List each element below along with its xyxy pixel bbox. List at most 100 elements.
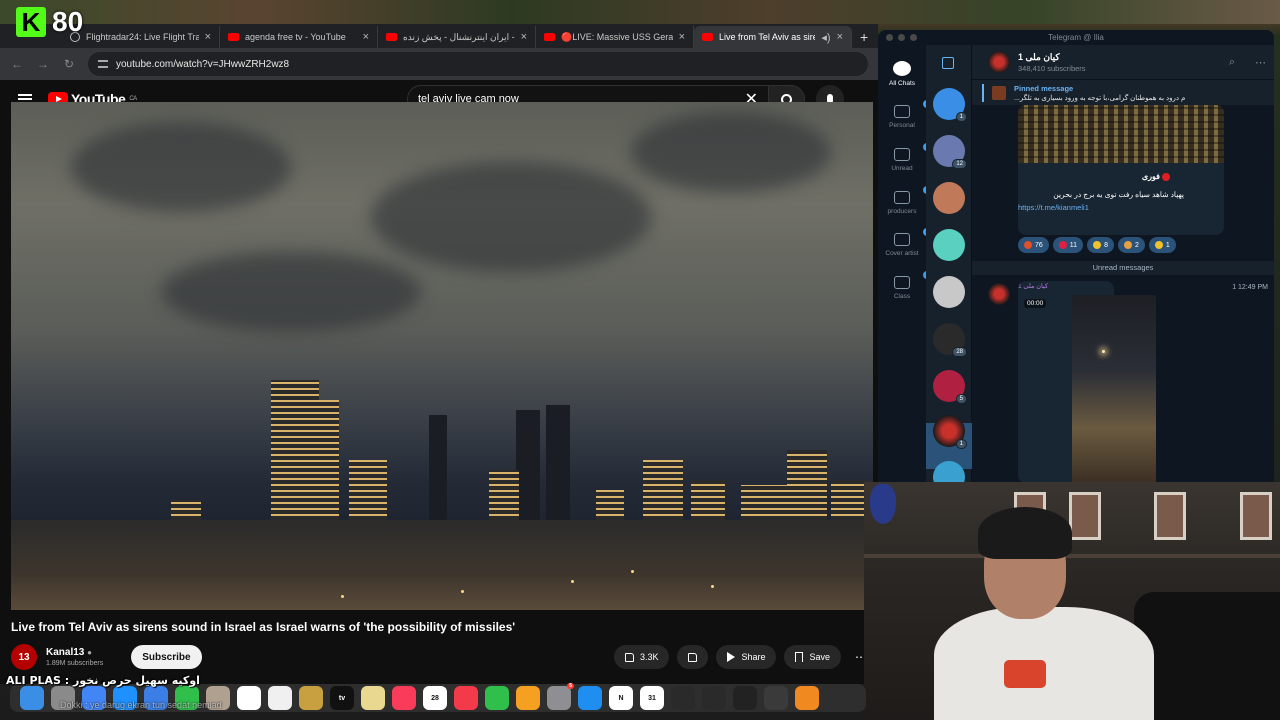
back-arrow-icon[interactable]: ← [10, 57, 24, 71]
tab-tel-aviv[interactable]: Live from Tel Aviv as siren ◂) × [694, 26, 852, 48]
url-text: youtube.com/watch?v=JHwwZRH2wz8 [116, 58, 290, 70]
chat-avatar-kian-meli[interactable]: 1 [933, 415, 967, 449]
close-icon[interactable]: × [837, 31, 843, 43]
numbers-icon[interactable] [485, 686, 509, 710]
video-player[interactable] [11, 102, 873, 610]
channel-row: 13 Kanal13 ● 1.89M subscribers Subscribe… [11, 642, 873, 672]
minimize-window-button[interactable] [898, 34, 905, 41]
reaction-chip[interactable]: 1 [1148, 237, 1176, 253]
close-icon[interactable]: × [205, 31, 211, 43]
folder-unread[interactable]: 536 Unread [878, 143, 940, 172]
subscribe-button[interactable]: Subscribe [131, 645, 202, 669]
reload-icon[interactable]: ↻ [62, 57, 76, 71]
post-image[interactable] [1018, 105, 1224, 163]
keynote-icon[interactable] [299, 686, 323, 710]
message-time: 1 12:49 PM [1232, 284, 1268, 291]
chat-avatar[interactable]: 28 [933, 323, 967, 357]
tab-iran-international[interactable]: ایران اینترنشنال - پخش زنده - ube × [378, 26, 536, 48]
notion-icon[interactable]: N [609, 686, 633, 710]
calendar-date-icon[interactable]: 28 [423, 686, 447, 710]
heart-emoji-icon [1058, 241, 1067, 249]
tab-agenda[interactable]: agenda free tv - YouTube × [220, 26, 378, 48]
news-icon[interactable] [454, 686, 478, 710]
unread-badge: 1 [955, 112, 967, 122]
tab-uss-gerald[interactable]: 🔴LIVE: Massive USS Gerald × [536, 26, 694, 48]
close-icon[interactable]: × [521, 31, 527, 43]
address-bar: ← → ↻ youtube.com/watch?v=JHwwZRH2wz8 [0, 48, 878, 80]
chat-text: اوکیه سهیل حرص نخور [73, 674, 200, 687]
zoom-window-button[interactable] [910, 34, 917, 41]
sad-emoji-icon [1093, 241, 1102, 249]
reaction-chip[interactable]: 76 [1018, 237, 1049, 253]
close-icon[interactable]: × [679, 31, 685, 43]
chat-avatar[interactable]: 5 [933, 370, 967, 404]
pages-icon[interactable] [516, 686, 540, 710]
stream-chat-message: ALI PLAS : اوکیه سهیل حرص نخور [6, 674, 200, 687]
close-window-button[interactable] [886, 34, 893, 41]
folder-icon: 1 [894, 228, 935, 246]
video-actions: 3.3K Share Save ⋯ [613, 645, 873, 669]
appletv-icon[interactable]: tv [330, 686, 354, 710]
chat-avatar[interactable] [933, 276, 965, 308]
folder-all-chats[interactable]: All Chats [878, 61, 926, 87]
audio-midi-icon[interactable] [702, 686, 726, 710]
chat-avatar[interactable]: 12 [933, 135, 967, 169]
message-avatar[interactable] [988, 283, 1010, 305]
reaction-chip[interactable]: 2 [1117, 237, 1145, 253]
reaction-chip[interactable]: 11 [1052, 237, 1084, 253]
settings-icon[interactable]: 5 [547, 683, 574, 710]
post-link[interactable]: https://t.me/kianmeli1 [1018, 203, 1089, 212]
folder-class[interactable]: 4 Class [878, 271, 935, 300]
verified-icon: ● [87, 648, 92, 657]
fl-studio-icon[interactable] [795, 686, 819, 710]
search-icon[interactable]: ⌕ [1229, 56, 1235, 69]
like-button[interactable]: 3.3K [613, 645, 670, 669]
new-tab-button[interactable]: + [852, 26, 876, 48]
folder-label: Personal [889, 122, 915, 129]
appstore-icon[interactable] [578, 686, 602, 710]
site-settings-icon[interactable] [98, 60, 108, 68]
video-preview[interactable] [1072, 295, 1156, 482]
channel-info[interactable]: کیان ملی 1 348,410 subscribers [1018, 52, 1086, 73]
calendar-icon[interactable] [237, 686, 261, 710]
save-button[interactable]: Save [784, 645, 841, 669]
instruments-icon[interactable] [671, 686, 695, 710]
folder-producers[interactable]: 3 producers [878, 186, 935, 215]
tab-flightradar[interactable]: Flightradar24: Live Flight Tra × [62, 26, 220, 48]
streamer-webcam [864, 482, 1280, 720]
forward-arrow-icon[interactable]: → [36, 57, 50, 71]
calendar31-icon[interactable]: 31 [640, 686, 664, 710]
channel-name[interactable]: Kanal13 ● [46, 647, 103, 658]
pinned-message[interactable]: Pinned message م درود به هموطنان گرامی،ب… [972, 79, 1274, 105]
share-button[interactable]: Share [716, 645, 777, 669]
url-field[interactable]: youtube.com/watch?v=JHwwZRH2wz8 [88, 52, 868, 76]
close-icon[interactable]: × [363, 31, 369, 43]
more-options-icon[interactable]: ⋯ [1255, 56, 1266, 69]
tab-label: agenda free tv - YouTube [245, 32, 346, 42]
music-icon[interactable] [392, 686, 416, 710]
screen: K 80 Flightradar24: Live Flight Tra × ag… [0, 0, 1280, 720]
reaction-chip[interactable]: 8 [1087, 237, 1114, 253]
folder-cover-artist[interactable]: 1 Cover artist [878, 228, 935, 257]
pinned-indicator [982, 83, 984, 102]
channel-post[interactable]: فوری پهپاد شاهد سیاه رفت توی یه برج در ب… [1018, 105, 1224, 235]
youtube-icon [544, 33, 555, 41]
channel-avatar[interactable]: 13 [11, 644, 37, 670]
folder-personal[interactable]: 394 Personal [878, 100, 940, 129]
compose-icon[interactable] [942, 57, 954, 69]
chat-avatar[interactable] [933, 182, 965, 214]
channel-subscribers: 1.89M subscribers [46, 660, 104, 667]
dislike-button[interactable] [677, 645, 709, 669]
channel-avatar[interactable] [988, 51, 1010, 73]
chat-avatar[interactable]: 1 [933, 88, 967, 122]
thumbs-up-emoji-icon [1154, 241, 1163, 249]
audio-icon[interactable]: ◂) [821, 31, 830, 44]
freeform-icon[interactable] [268, 686, 292, 710]
chat-avatar[interactable] [933, 229, 965, 261]
unity-icon[interactable] [733, 686, 757, 710]
obs-icon[interactable] [764, 686, 788, 710]
finder-icon[interactable] [20, 686, 44, 710]
message-author: کیان ملی 1 [1018, 283, 1049, 290]
notes-icon[interactable] [361, 686, 385, 710]
folder-label: Class [893, 293, 911, 300]
